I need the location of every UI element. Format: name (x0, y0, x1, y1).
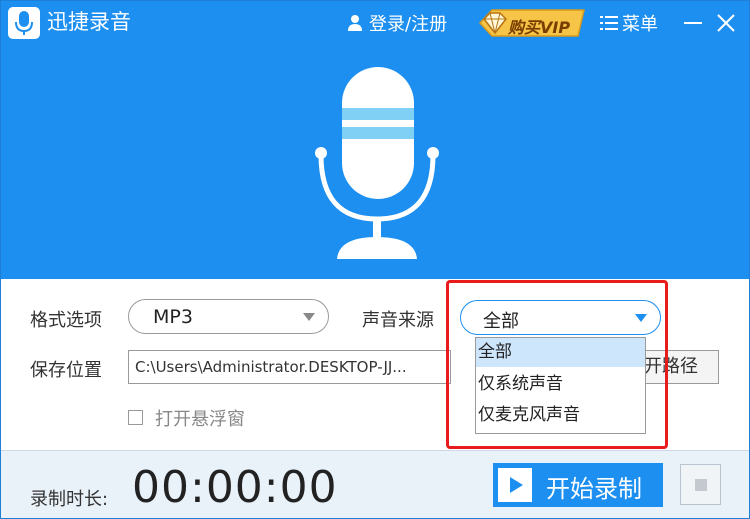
login-register-link[interactable]: 登录/注册 (347, 10, 447, 36)
duration-label: 录制时长: (30, 489, 109, 510)
play-icon (498, 468, 532, 502)
close-icon (717, 14, 735, 32)
app-window: 迅捷录音 登录/注册 购买VIP 菜单 格式选项 MP3 声音来源 全部 保存位… (0, 0, 750, 519)
float-window-checkbox[interactable] (128, 410, 143, 425)
menu-label: 菜单 (622, 14, 658, 35)
buy-vip-label: 购买VIP (508, 18, 571, 37)
app-title: 迅捷录音 (47, 10, 131, 34)
float-window-label: 打开悬浮窗 (155, 409, 245, 430)
stop-icon (695, 479, 707, 491)
app-logo-mic-icon (8, 7, 40, 39)
title-bar: 迅捷录音 登录/注册 购买VIP 菜单 (1, 1, 749, 45)
format-value: MP3 (153, 306, 193, 328)
close-button[interactable] (712, 9, 740, 37)
user-icon (348, 15, 362, 31)
highlight-box (446, 280, 668, 449)
format-select[interactable]: MP3 (128, 299, 329, 334)
start-recording-label: 开始录制 (546, 475, 642, 503)
stop-button[interactable] (680, 464, 721, 505)
menu-button[interactable]: 菜单 (600, 10, 658, 36)
menu-icon (600, 16, 618, 30)
duration-value: 00:00:00 (132, 462, 338, 513)
minimize-button[interactable] (679, 9, 707, 37)
format-label: 格式选项 (30, 310, 102, 331)
save-path-input[interactable]: C:\Users\Administrator.DESKTOP-JJ... (128, 350, 451, 384)
login-register-label: 登录/注册 (369, 14, 448, 35)
header: 迅捷录音 登录/注册 购买VIP 菜单 (1, 1, 749, 279)
minimize-icon (684, 22, 702, 24)
save-location-label: 保存位置 (30, 360, 102, 381)
source-label: 声音来源 (362, 310, 434, 331)
start-recording-button[interactable]: 开始录制 (493, 463, 663, 507)
microphone-icon (309, 61, 445, 261)
chevron-down-icon (303, 313, 315, 321)
buy-vip-button[interactable]: 购买VIP (478, 8, 586, 38)
